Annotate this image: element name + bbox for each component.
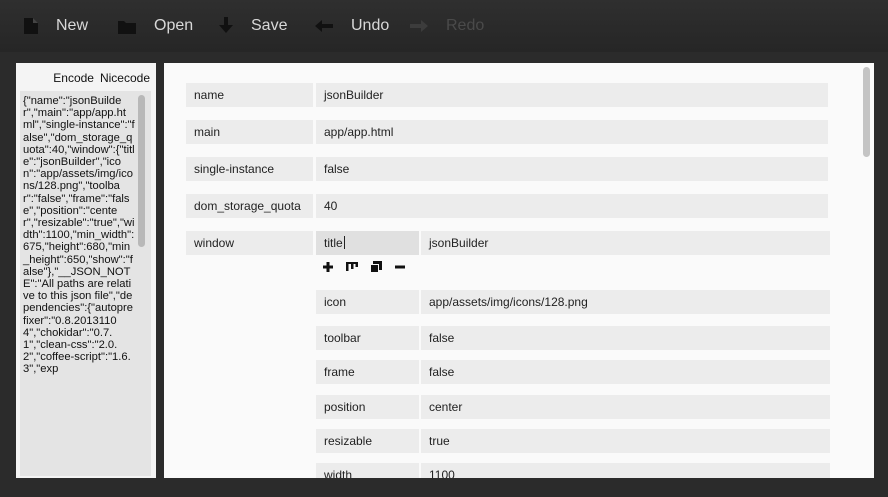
- value-cell[interactable]: jsonBuilder: [316, 83, 828, 107]
- text-caret: [343, 236, 345, 249]
- save-button[interactable]: Save: [219, 14, 287, 38]
- save-label: Save: [251, 17, 288, 34]
- value-cell[interactable]: 40: [316, 194, 828, 218]
- redo-arrow-icon: [410, 20, 428, 32]
- key-cell[interactable]: main: [186, 120, 313, 144]
- code-scrollbar-thumb[interactable]: [138, 95, 145, 247]
- value-cell[interactable]: false: [316, 157, 828, 181]
- minus-icon[interactable]: [392, 259, 408, 275]
- key-cell[interactable]: single-instance: [186, 157, 313, 181]
- undo-arrow-icon: [315, 20, 333, 32]
- file-icon: [24, 18, 38, 34]
- download-arrow-icon: [219, 17, 233, 33]
- sub-value-cell[interactable]: app/assets/img/icons/128.png: [421, 290, 830, 314]
- folder-icon: [118, 20, 136, 34]
- new-button[interactable]: New: [24, 14, 88, 38]
- undo-label: Undo: [351, 17, 390, 34]
- undo-button[interactable]: Undo: [315, 14, 389, 38]
- encode-bar: Encode Nicecode: [53, 71, 150, 85]
- nicecode-button[interactable]: Nicecode: [100, 71, 150, 85]
- copy-icon[interactable]: [368, 259, 384, 275]
- key-cell[interactable]: name: [186, 83, 313, 107]
- sub-value-cell[interactable]: center: [421, 395, 830, 419]
- key-cell-window[interactable]: window: [186, 231, 313, 255]
- value-cell[interactable]: app/app.html: [316, 120, 828, 144]
- plus-icon[interactable]: [320, 259, 336, 275]
- sub-key-cell[interactable]: resizable: [316, 429, 419, 453]
- key-cell[interactable]: dom_storage_quota: [186, 194, 313, 218]
- editor-scrollbar-thumb[interactable]: [863, 67, 870, 157]
- editor-panel: name jsonBuilder main app/app.html singl…: [164, 63, 874, 478]
- encode-button[interactable]: Encode: [53, 71, 94, 85]
- sub-key-cell[interactable]: icon: [316, 290, 419, 314]
- row-tools: [320, 259, 408, 275]
- redo-button[interactable]: Redo: [410, 14, 484, 38]
- code-textarea[interactable]: {"name":"jsonBuilder","main":"app/app.ht…: [20, 91, 151, 476]
- toolbar: New Open Save Undo Redo: [0, 0, 888, 52]
- open-button[interactable]: Open: [118, 14, 193, 38]
- sub-key-title-text: title: [324, 236, 343, 250]
- sub-value-cell[interactable]: 1100: [421, 463, 830, 478]
- columns-icon[interactable]: [344, 259, 360, 275]
- sub-value-cell[interactable]: jsonBuilder: [421, 231, 830, 255]
- sub-key-cell[interactable]: width: [316, 463, 419, 478]
- redo-label: Redo: [446, 17, 485, 34]
- sub-key-cell[interactable]: position: [316, 395, 419, 419]
- sub-value-cell[interactable]: true: [421, 429, 830, 453]
- sub-value-cell[interactable]: false: [421, 326, 830, 350]
- sub-key-cell-title[interactable]: title: [316, 231, 419, 255]
- new-label: New: [56, 17, 89, 34]
- open-label: Open: [154, 17, 194, 34]
- sub-value-cell[interactable]: false: [421, 360, 830, 384]
- sub-key-cell[interactable]: frame: [316, 360, 419, 384]
- code-panel: Encode Nicecode {"name":"jsonBuilder","m…: [16, 63, 156, 478]
- code-text: {"name":"jsonBuilder","main":"app/app.ht…: [23, 95, 135, 376]
- sub-key-cell[interactable]: toolbar: [316, 326, 419, 350]
